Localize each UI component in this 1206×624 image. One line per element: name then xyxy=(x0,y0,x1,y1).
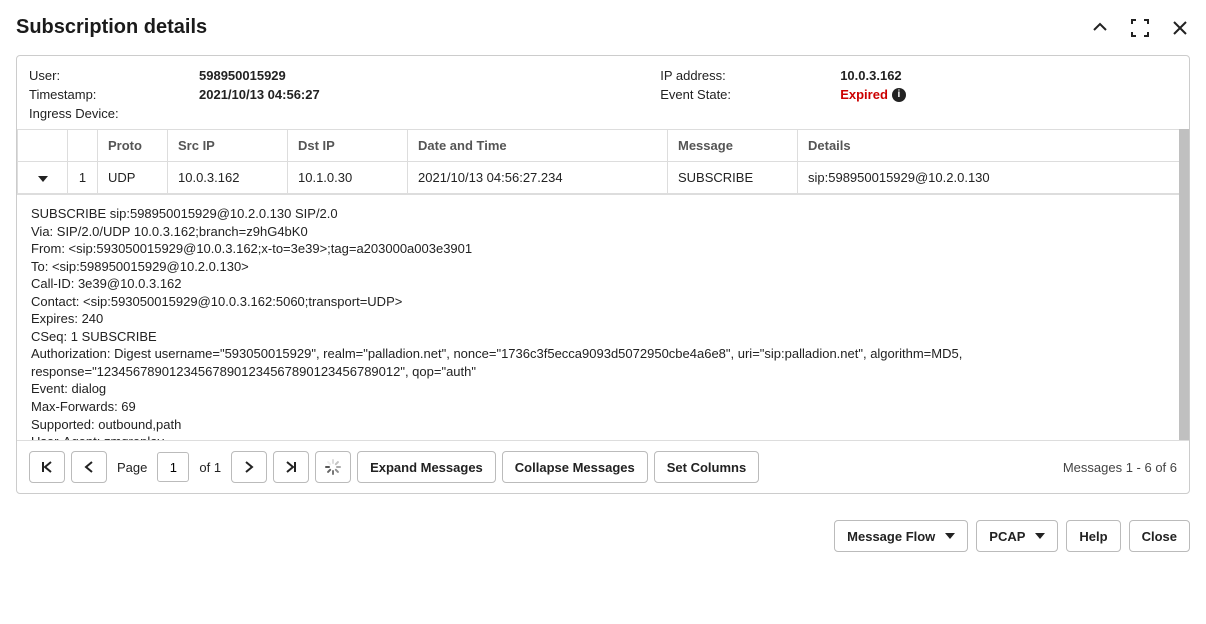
page-title: Subscription details xyxy=(16,16,207,39)
table-scrollbar[interactable] xyxy=(1179,129,1189,440)
row-num: 1 xyxy=(68,162,98,194)
close-button[interactable]: Close xyxy=(1129,520,1190,552)
row-details: sip:598950015929@10.2.0.130 xyxy=(798,162,1189,194)
timestamp-label: Timestamp: xyxy=(29,87,159,102)
message-flow-label: Message Flow xyxy=(847,529,935,544)
ip-value: 10.0.3.162 xyxy=(840,68,940,83)
pcap-label: PCAP xyxy=(989,529,1025,544)
first-page-button[interactable] xyxy=(29,451,65,483)
ip-label: IP address: xyxy=(660,68,800,83)
help-button[interactable]: Help xyxy=(1066,520,1120,552)
col-message[interactable]: Message xyxy=(668,130,798,162)
col-details[interactable]: Details xyxy=(798,130,1189,162)
table-row[interactable]: 1 UDP 10.0.3.162 10.1.0.30 2021/10/13 04… xyxy=(18,162,1189,194)
details-panel: User: Timestamp: Ingress Device: 5989500… xyxy=(16,55,1190,494)
page-of-label: of 1 xyxy=(195,460,225,475)
row-proto: UDP xyxy=(98,162,168,194)
col-dst[interactable]: Dst IP xyxy=(288,130,408,162)
row-collapse-icon[interactable] xyxy=(38,176,48,182)
col-expand xyxy=(18,130,68,162)
pager-status: Messages 1 - 6 of 6 xyxy=(1063,460,1177,475)
row-dst: 10.1.0.30 xyxy=(288,162,408,194)
prev-page-button[interactable] xyxy=(71,451,107,483)
row-src: 10.0.3.162 xyxy=(168,162,288,194)
last-page-button[interactable] xyxy=(273,451,309,483)
state-value: Expired i xyxy=(840,87,940,102)
expand-messages-button[interactable]: Expand Messages xyxy=(357,451,496,483)
fullscreen-icon[interactable] xyxy=(1130,18,1150,38)
row-date: 2021/10/13 04:56:27.234 xyxy=(408,162,668,194)
close-icon[interactable] xyxy=(1170,18,1190,38)
state-label: Event State: xyxy=(660,87,800,102)
chevron-down-icon xyxy=(945,533,955,539)
refresh-button[interactable] xyxy=(315,451,351,483)
ingress-label: Ingress Device: xyxy=(29,106,159,121)
col-date[interactable]: Date and Time xyxy=(408,130,668,162)
col-proto[interactable]: Proto xyxy=(98,130,168,162)
user-value: 598950015929 xyxy=(199,68,449,83)
spinner-icon xyxy=(325,459,341,475)
row-message: SUBSCRIBE xyxy=(668,162,798,194)
page-input[interactable] xyxy=(157,452,189,482)
pcap-button[interactable]: PCAP xyxy=(976,520,1058,552)
user-label: User: xyxy=(29,68,159,83)
col-src[interactable]: Src IP xyxy=(168,130,288,162)
collapse-icon[interactable] xyxy=(1090,18,1110,38)
info-icon[interactable]: i xyxy=(892,88,906,102)
col-num xyxy=(68,130,98,162)
chevron-down-icon xyxy=(1035,533,1045,539)
message-body: SUBSCRIBE sip:598950015929@10.2.0.130 SI… xyxy=(17,195,1189,440)
message-flow-button[interactable]: Message Flow xyxy=(834,520,968,552)
page-label: Page xyxy=(113,460,151,475)
collapse-messages-button[interactable]: Collapse Messages xyxy=(502,451,648,483)
next-page-button[interactable] xyxy=(231,451,267,483)
set-columns-button[interactable]: Set Columns xyxy=(654,451,759,483)
messages-table: Proto Src IP Dst IP Date and Time Messag… xyxy=(17,129,1189,194)
timestamp-value: 2021/10/13 04:56:27 xyxy=(199,87,449,102)
